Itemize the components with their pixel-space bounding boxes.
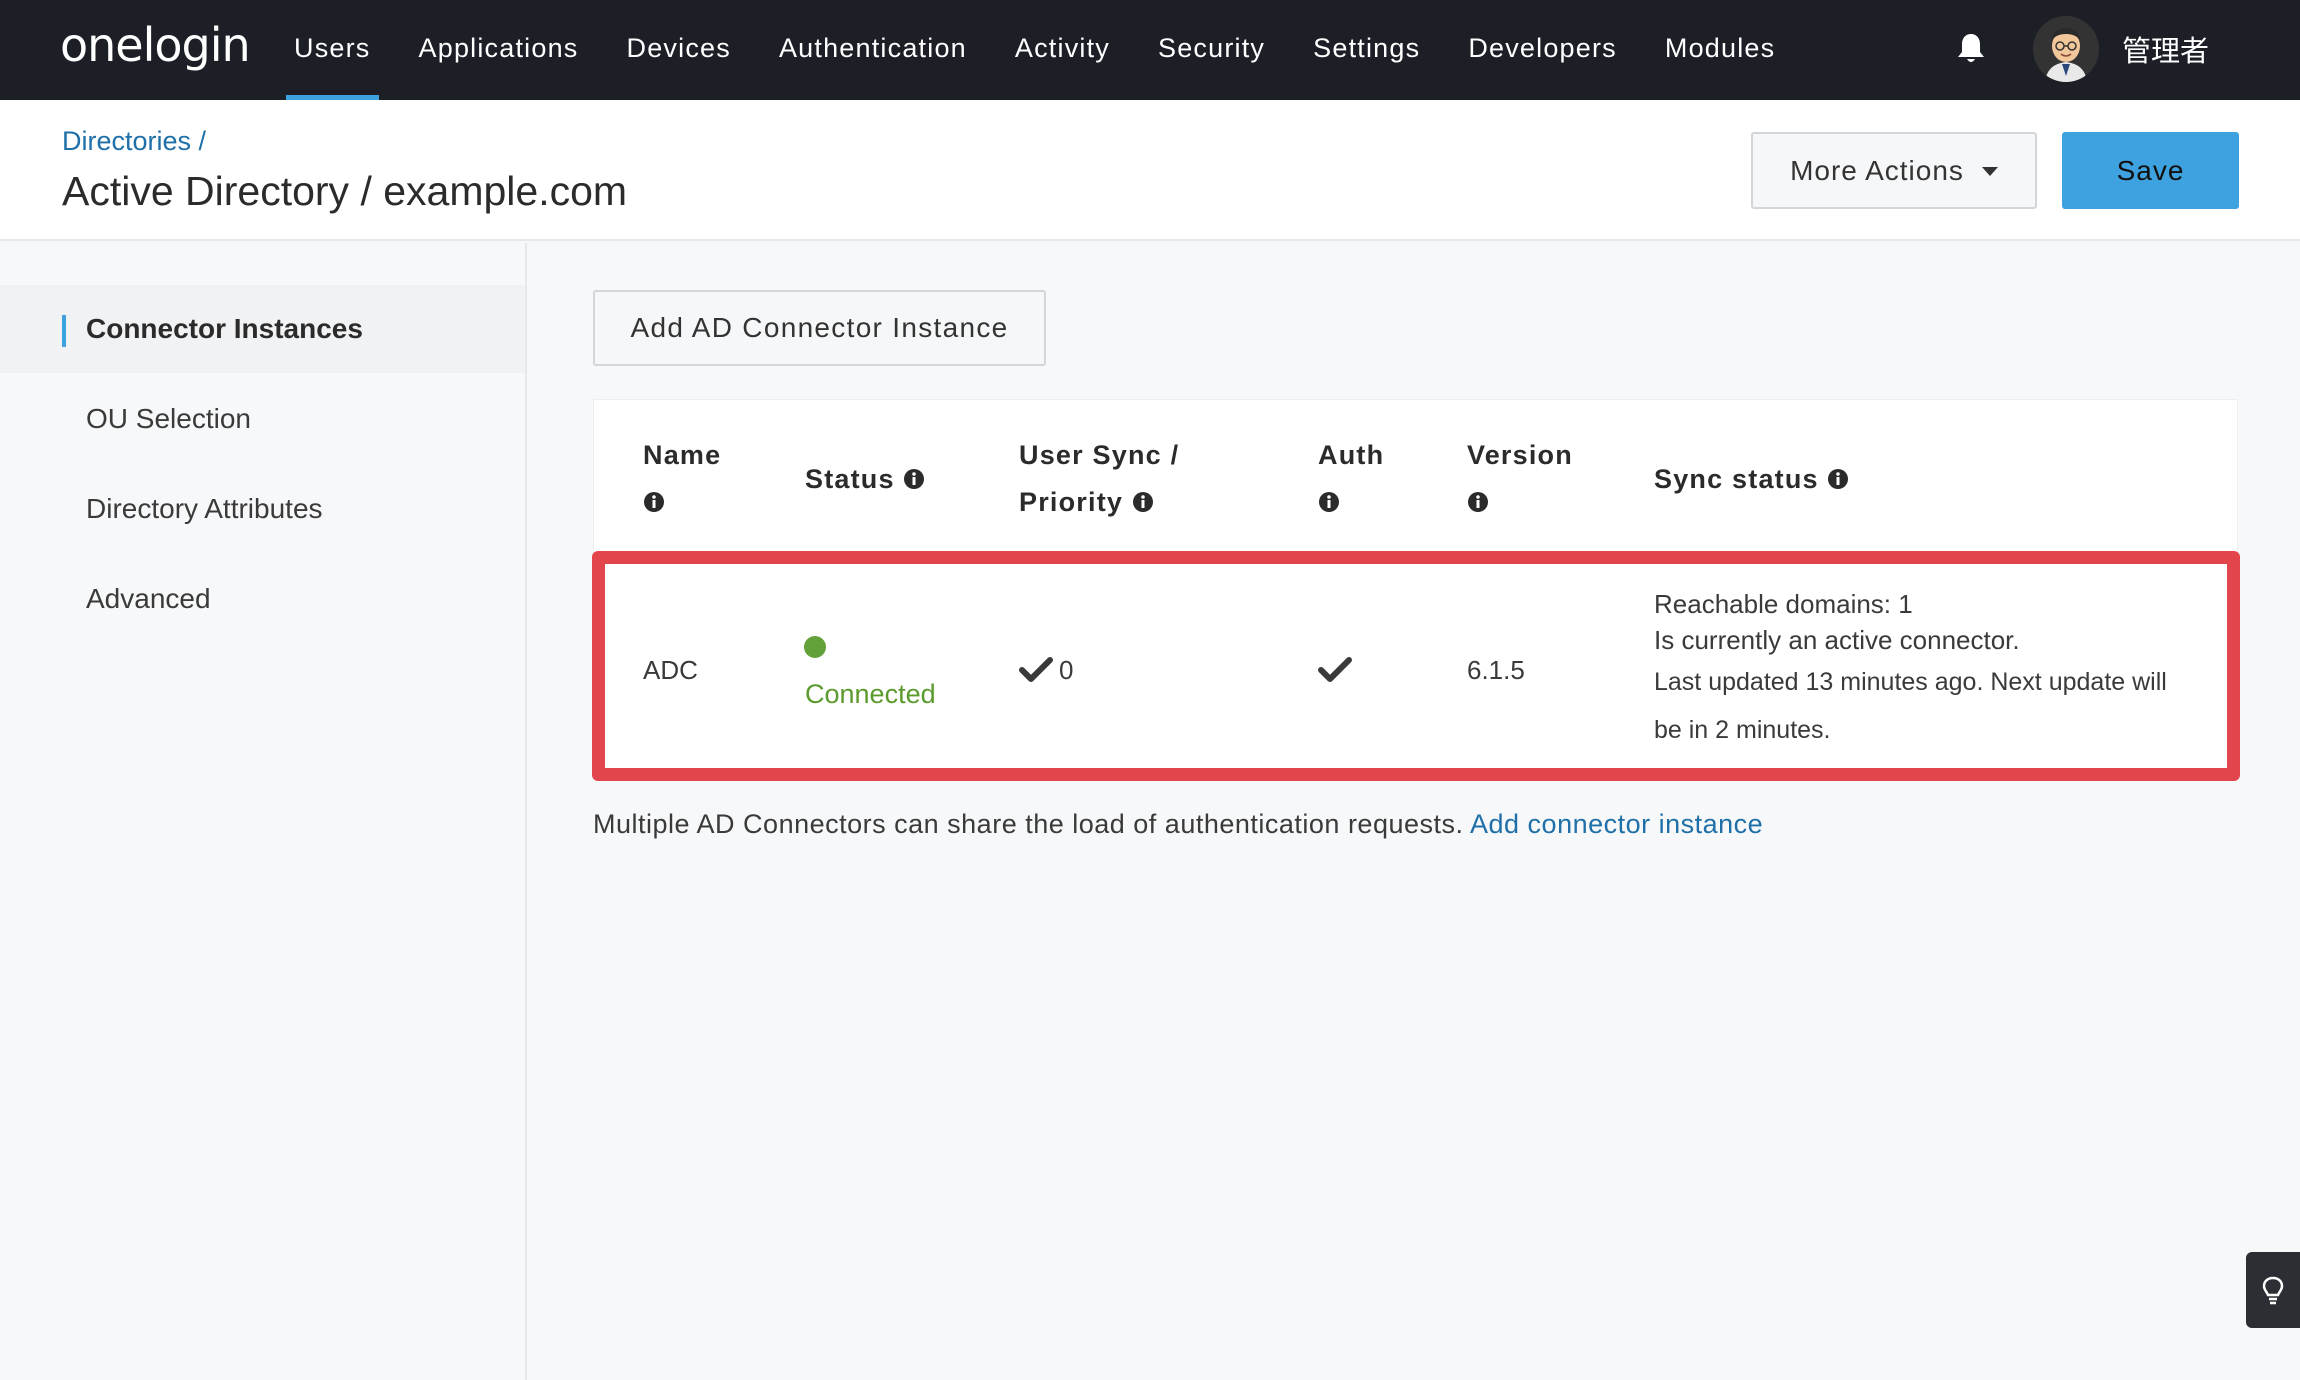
info-icon[interactable] bbox=[1318, 491, 1340, 513]
column-header-status-label: Status bbox=[805, 464, 895, 494]
info-icon[interactable] bbox=[1132, 491, 1154, 513]
sync-status-next-update: be in 2 minutes. bbox=[1654, 716, 1831, 744]
save-button[interactable]: Save bbox=[2062, 132, 2239, 209]
add-connector-instance-link[interactable]: Add connector instance bbox=[1470, 809, 1763, 839]
lightbulb-icon bbox=[2262, 1276, 2284, 1305]
nav-item-settings[interactable]: Settings bbox=[1289, 0, 1444, 100]
breadcrumb-directories-link[interactable]: Directories bbox=[62, 126, 191, 156]
page-header: Directories / Active Directory / example… bbox=[0, 100, 2300, 241]
connector-help-text: Multiple AD Connectors can share the loa… bbox=[593, 809, 1763, 840]
nav-item-authentication[interactable]: Authentication bbox=[755, 0, 991, 100]
column-header-sync-status-label: Sync status bbox=[1654, 464, 1819, 494]
nav-item-users[interactable]: Users bbox=[270, 0, 395, 100]
add-ad-connector-instance-button[interactable]: Add AD Connector Instance bbox=[593, 290, 1046, 366]
column-header-user-sync-label: User Sync / bbox=[1019, 440, 1180, 470]
info-icon[interactable] bbox=[1467, 491, 1489, 513]
info-icon[interactable] bbox=[903, 468, 925, 490]
cell-status: Connected bbox=[805, 679, 936, 709]
cell-priority: 0 bbox=[1059, 655, 1074, 685]
info-icon[interactable] bbox=[643, 491, 665, 513]
more-actions-button[interactable]: More Actions bbox=[1751, 132, 2037, 209]
top-navigation: onelogin Users Applications Devices Auth… bbox=[0, 0, 2300, 100]
column-header-sync-status: Sync status bbox=[1654, 456, 1849, 503]
table-row[interactable] bbox=[592, 551, 2240, 781]
column-header-priority-label: Priority bbox=[1019, 487, 1124, 517]
sync-status-active-connector: Is currently an active connector. bbox=[1654, 625, 2020, 655]
sidebar-item-directory-attributes[interactable]: Directory Attributes bbox=[0, 465, 525, 553]
nav-item-applications[interactable]: Applications bbox=[395, 0, 603, 100]
nav-menu: Users Applications Devices Authenticatio… bbox=[270, 0, 1799, 100]
sidebar-item-connector-instances[interactable]: Connector Instances bbox=[0, 285, 525, 373]
caret-down-icon bbox=[1981, 167, 1998, 176]
column-header-status: Status bbox=[805, 456, 925, 503]
nav-item-modules[interactable]: Modules bbox=[1641, 0, 1799, 100]
tips-button[interactable] bbox=[2246, 1252, 2300, 1328]
column-header-auth: Auth bbox=[1318, 432, 1384, 526]
checkmark-icon bbox=[1318, 657, 1352, 682]
cell-connector-name: ADC bbox=[643, 655, 698, 685]
breadcrumb: Directories / bbox=[62, 126, 206, 157]
column-header-name-label: Name bbox=[643, 440, 722, 470]
sync-status-reachable-domains: Reachable domains: 1 bbox=[1654, 589, 1913, 619]
more-actions-label: More Actions bbox=[1790, 154, 1964, 186]
nav-item-devices[interactable]: Devices bbox=[603, 0, 755, 100]
breadcrumb-separator: / bbox=[191, 126, 207, 156]
column-header-name: Name bbox=[643, 432, 721, 526]
sync-status-last-updated: Last updated 13 minutes ago. Next update… bbox=[1654, 668, 2167, 696]
nav-item-developers[interactable]: Developers bbox=[1444, 0, 1641, 100]
page-title: Active Directory / example.com bbox=[62, 168, 628, 214]
column-header-version: Version bbox=[1467, 432, 1573, 526]
connector-help-text-body: Multiple AD Connectors can share the loa… bbox=[593, 809, 1464, 839]
avatar-portrait-icon bbox=[2033, 16, 2099, 82]
bell-icon[interactable] bbox=[1956, 32, 1986, 66]
user-name[interactable]: 管理者 bbox=[2122, 28, 2209, 70]
status-connected-dot-icon bbox=[804, 636, 826, 658]
column-header-auth-label: Auth bbox=[1318, 440, 1385, 470]
sidebar: Connector Instances OU Selection Directo… bbox=[0, 243, 527, 1380]
column-header-user-sync: User Sync / Priority bbox=[1019, 432, 1179, 526]
user-avatar[interactable] bbox=[2033, 16, 2099, 82]
column-header-version-label: Version bbox=[1467, 440, 1573, 470]
sidebar-item-ou-selection[interactable]: OU Selection bbox=[0, 375, 525, 463]
nav-item-activity[interactable]: Activity bbox=[991, 0, 1134, 100]
sidebar-item-advanced[interactable]: Advanced bbox=[0, 555, 525, 643]
onelogin-logo[interactable]: onelogin bbox=[60, 18, 251, 72]
cell-version: 6.1.5 bbox=[1467, 655, 1525, 685]
checkmark-icon bbox=[1019, 657, 1053, 682]
info-icon[interactable] bbox=[1827, 468, 1849, 490]
nav-item-security[interactable]: Security bbox=[1134, 0, 1289, 100]
